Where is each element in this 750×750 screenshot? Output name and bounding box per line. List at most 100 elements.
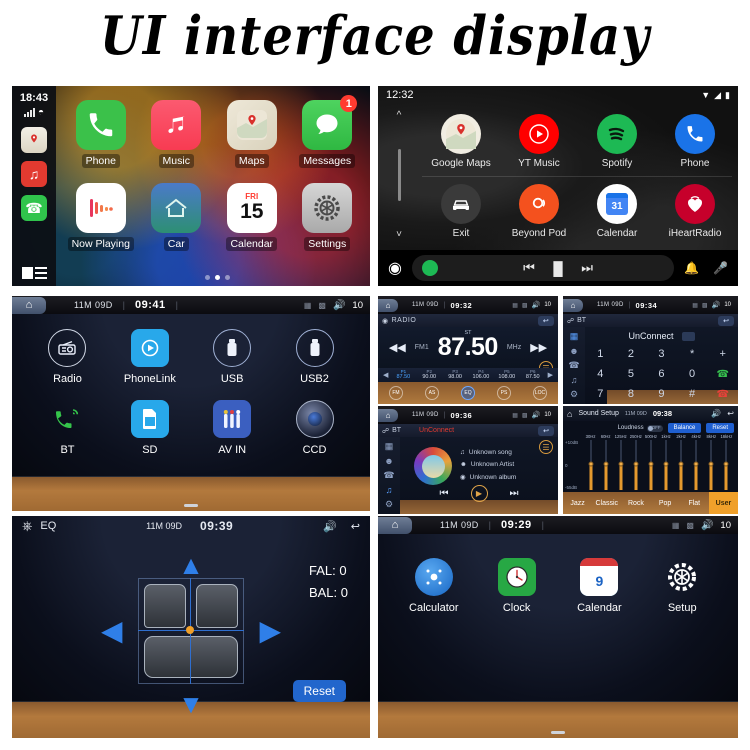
play-icon[interactable]: ▶ xyxy=(470,485,488,502)
down-arrow-icon[interactable]: ▼ xyxy=(178,689,204,720)
balance-button[interactable]: Balance xyxy=(667,423,702,433)
netease-music-icon[interactable]: ♫ xyxy=(21,161,47,187)
left-arrow-icon[interactable]: ◀ xyxy=(102,616,122,647)
home-icon[interactable]: ⌂ xyxy=(12,296,46,314)
volume-icon[interactable]: 🔊 xyxy=(532,301,541,309)
call-icon[interactable]: ☎ xyxy=(707,364,738,384)
preset-item[interactable]: P2 90.00 xyxy=(416,369,442,381)
key-2[interactable]: 2 xyxy=(616,344,647,364)
home-app-usb[interactable]: USB xyxy=(191,322,273,393)
home-app-radio[interactable]: Radio xyxy=(26,322,108,393)
clock-icon[interactable] xyxy=(497,558,536,596)
waveform-icon[interactable] xyxy=(75,183,126,233)
next-icon[interactable]: ⏭ xyxy=(581,260,593,276)
carplay-app-messages[interactable]: 1 Messages xyxy=(291,95,365,181)
key-9[interactable]: 9 xyxy=(646,384,677,404)
aa-app-exit[interactable]: Exit xyxy=(422,176,500,246)
key-8[interactable]: 8 xyxy=(616,384,647,404)
tools-app-clock[interactable]: Clock xyxy=(475,546,558,626)
av-in-icon[interactable] xyxy=(213,400,252,439)
eq-slider[interactable] xyxy=(658,440,673,490)
previous-icon[interactable]: ⏮ xyxy=(440,488,449,499)
key-5[interactable]: 5 xyxy=(616,364,647,384)
radio-button-loc[interactable]: LOC xyxy=(533,386,547,400)
phone-icon[interactable]: ☎ xyxy=(21,195,47,221)
aa-app-yt-music[interactable]: YT Music xyxy=(500,106,578,176)
preset-item[interactable]: P5 108.00 xyxy=(494,369,520,381)
carplay-app-settings[interactable]: Settings xyxy=(291,183,365,264)
preset-item[interactable]: P3 98.00 xyxy=(442,369,468,381)
usb-icon[interactable] xyxy=(213,329,252,368)
key-0[interactable]: 0 xyxy=(677,364,708,384)
eq-slider[interactable] xyxy=(613,440,628,490)
home-app-av-in[interactable]: AV IN xyxy=(191,393,273,464)
key-plus[interactable]: + xyxy=(707,344,738,364)
spotify-icon[interactable] xyxy=(597,113,637,154)
home-icon[interactable]: ⌂ xyxy=(378,516,412,534)
volume-icon[interactable]: 🔊 xyxy=(323,520,337,533)
eq-slider[interactable] xyxy=(689,440,704,490)
scrollbar[interactable] xyxy=(397,149,401,201)
eq-preset-jazz[interactable]: Jazz xyxy=(563,492,592,514)
back-icon[interactable]: ↩ xyxy=(538,315,554,326)
keypad-icon[interactable]: ▦ xyxy=(570,331,579,342)
car-exit-icon[interactable] xyxy=(441,183,481,224)
settings-icon[interactable]: ⚙ xyxy=(385,499,393,510)
home-app-sd[interactable]: SD xyxy=(109,393,191,464)
loudness-toggle[interactable]: OFF xyxy=(646,424,663,432)
gear-icon[interactable] xyxy=(302,183,353,233)
preset-prev-icon[interactable]: ◀ xyxy=(381,371,390,379)
eq-slider[interactable] xyxy=(674,440,689,490)
eq-preset-pop[interactable]: Pop xyxy=(651,492,680,514)
carplay-app-maps[interactable]: Maps xyxy=(215,100,289,181)
yt-music-icon[interactable] xyxy=(519,113,559,154)
camera-icon[interactable] xyxy=(295,400,334,439)
home-icon[interactable]: ⌂ xyxy=(378,298,398,312)
volume-icon[interactable]: 🔊 xyxy=(701,520,713,531)
radio-button-ps[interactable]: PS xyxy=(497,386,511,400)
prev-icon[interactable]: ◀◀ xyxy=(389,341,406,354)
fader-stage[interactable]: ▲ ▼ ◀ ▶ xyxy=(102,550,280,719)
previous-icon[interactable]: ⏮ xyxy=(523,260,535,276)
music-note-icon[interactable] xyxy=(151,100,202,150)
home-icon[interactable]: ⌂ xyxy=(567,409,572,419)
map-pin-icon[interactable] xyxy=(226,100,277,150)
spotify-icon[interactable] xyxy=(421,260,438,276)
preset-next-icon[interactable]: ▶ xyxy=(546,371,555,379)
setup-gear-icon[interactable] xyxy=(663,558,701,596)
carplay-app-music[interactable]: Music xyxy=(140,100,214,181)
back-icon[interactable]: ↩ xyxy=(351,520,360,533)
key-4[interactable]: 4 xyxy=(585,364,616,384)
eq-preset-user[interactable]: User xyxy=(708,492,738,514)
contacts-icon[interactable]: ☻ xyxy=(569,346,578,356)
back-icon[interactable]: ↩ xyxy=(718,315,734,326)
volume-icon[interactable]: 🔊 xyxy=(532,411,541,419)
eq-preset-classic[interactable]: Classic xyxy=(592,492,621,514)
volume-icon[interactable]: 🔊 xyxy=(333,300,345,311)
key-7[interactable]: 7 xyxy=(585,384,616,404)
iheartradio-icon[interactable] xyxy=(675,183,715,224)
chevron-down-icon[interactable]: ˅ xyxy=(396,229,402,240)
chevron-up-icon[interactable]: ^ xyxy=(397,110,402,121)
tools-app-calculator[interactable]: Calculator xyxy=(392,546,475,626)
phonelink-icon[interactable] xyxy=(130,329,169,368)
home-app-bt[interactable]: BT xyxy=(26,393,108,464)
calculator-icon[interactable] xyxy=(414,558,453,596)
eq-preset-rock[interactable]: Rock xyxy=(621,492,650,514)
equalizer-icon[interactable]: ☰ xyxy=(539,440,553,454)
tools-app-calendar[interactable]: 9 Calendar xyxy=(558,546,641,626)
list-icon[interactable] xyxy=(21,267,47,279)
home-app-phonelink[interactable]: PhoneLink xyxy=(109,322,191,393)
music-icon[interactable]: ♫ xyxy=(571,375,578,385)
bell-icon[interactable]: 🔔 xyxy=(684,261,699,275)
preset-item[interactable]: P6 87.50 xyxy=(520,369,546,381)
next-icon[interactable]: ▶▶ xyxy=(530,341,547,354)
home-icon[interactable]: ⎈ xyxy=(22,518,32,534)
calendar-icon[interactable]: 9 xyxy=(580,558,619,596)
home-icon[interactable]: ⌂ xyxy=(378,408,398,422)
backspace-icon[interactable] xyxy=(681,331,695,341)
keypad-icon[interactable]: ▦ xyxy=(385,441,394,452)
home-app-ccd[interactable]: CCD xyxy=(273,393,355,464)
aa-app-phone[interactable]: Phone xyxy=(656,106,734,176)
aa-app-beyond-pod[interactable]: Beyond Pod xyxy=(500,176,578,246)
